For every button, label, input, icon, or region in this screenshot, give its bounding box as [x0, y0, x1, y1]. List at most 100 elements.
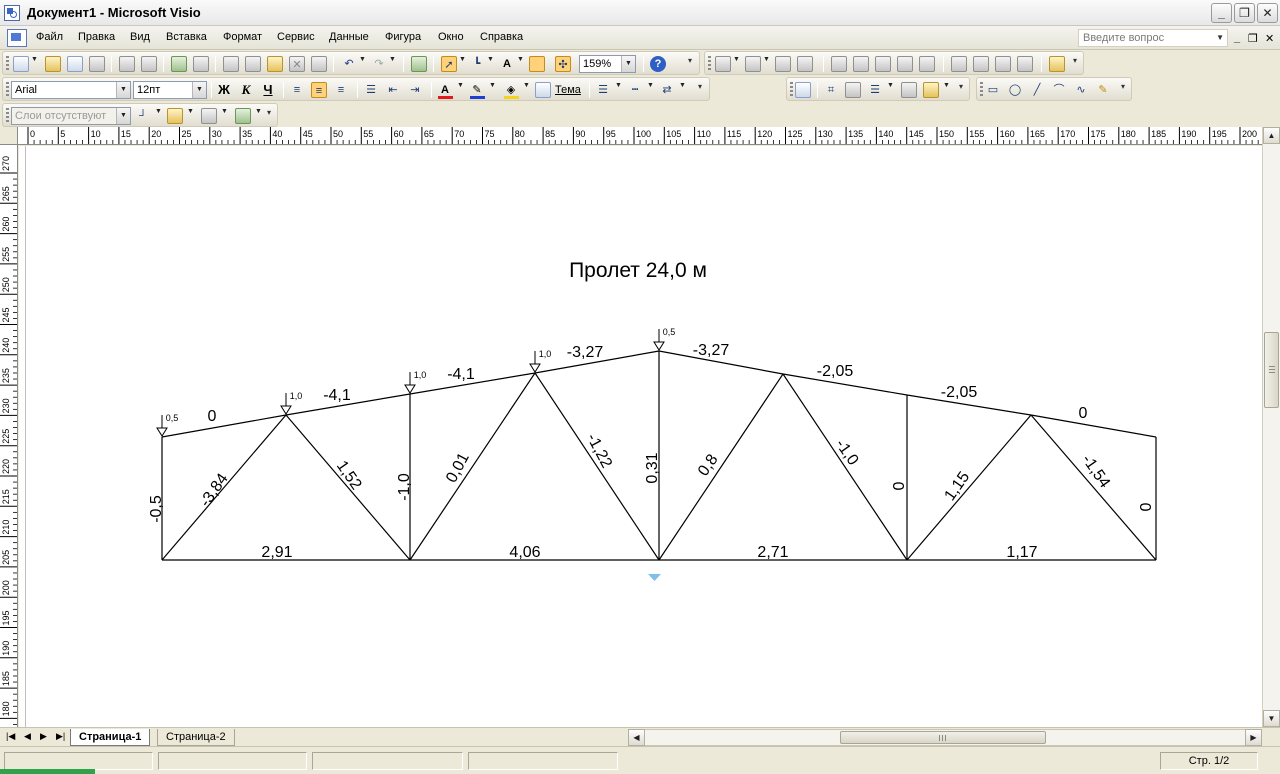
- toolbar-grip[interactable]: [6, 56, 9, 71]
- ungroup-icon[interactable]: [1017, 56, 1033, 72]
- ellipse-tool-icon[interactable]: ◯: [1007, 82, 1023, 98]
- italic-button[interactable]: К: [238, 82, 254, 98]
- doc-restore-button[interactable]: ❐: [1248, 32, 1258, 45]
- menu-shape[interactable]: Фигура: [385, 31, 421, 43]
- chevron-down-icon[interactable]: ▼: [187, 108, 194, 115]
- layers-combo[interactable]: Слои отсутствуют ▼: [11, 107, 131, 125]
- font-name-combo[interactable]: Arial ▼: [11, 81, 131, 99]
- minimize-button[interactable]: _: [1211, 3, 1232, 23]
- scroll-left-icon[interactable]: ◀: [628, 729, 645, 746]
- toolbar-grip[interactable]: [980, 82, 983, 97]
- format-painter-icon[interactable]: [311, 56, 327, 72]
- chevron-down-icon[interactable]: ▼: [116, 108, 130, 124]
- menu-window[interactable]: Окно: [438, 31, 464, 43]
- line-pattern-icon[interactable]: ┅: [627, 82, 643, 98]
- tab-page-2[interactable]: Страница-2: [157, 729, 235, 746]
- chevron-down-icon[interactable]: ▼: [457, 82, 464, 89]
- align-right-icon[interactable]: ≡: [333, 82, 349, 98]
- chevron-down-icon[interactable]: ▼: [615, 82, 622, 89]
- scroll-right-icon[interactable]: ▶: [1245, 729, 1262, 746]
- toolbar-options-icon[interactable]: ▾: [267, 109, 275, 124]
- increase-indent-icon[interactable]: ⇥: [407, 82, 423, 98]
- chevron-down-icon[interactable]: ▼: [155, 108, 162, 115]
- rotate-left-icon[interactable]: [831, 56, 847, 72]
- shadow-style-icon[interactable]: [235, 108, 251, 124]
- toolbar-grip[interactable]: [6, 82, 9, 97]
- align-left-icon[interactable]: ≡: [289, 82, 305, 98]
- cut-icon[interactable]: [223, 56, 239, 72]
- rotate-tool-icon[interactable]: [845, 82, 861, 98]
- scroll-up-icon[interactable]: ▲: [1263, 127, 1280, 144]
- chevron-down-icon[interactable]: ▼: [489, 82, 496, 89]
- menu-data[interactable]: Данные: [329, 31, 369, 43]
- flip-vertical-icon[interactable]: [897, 56, 913, 72]
- toolbar-grip[interactable]: [6, 108, 9, 123]
- transparency-icon[interactable]: [901, 82, 917, 98]
- vertical-scrollbar[interactable]: ▲ ▼: [1262, 127, 1280, 727]
- chevron-down-icon[interactable]: ▼: [621, 56, 635, 72]
- pointer-tool-icon[interactable]: ➚: [441, 56, 457, 72]
- chevron-down-icon[interactable]: ▼: [221, 108, 228, 115]
- send-to-back-icon[interactable]: [973, 56, 989, 72]
- vertical-scroll-thumb[interactable]: [1264, 332, 1279, 408]
- rotate-right-icon[interactable]: [853, 56, 869, 72]
- document-icon[interactable]: [7, 29, 27, 47]
- theme-icon[interactable]: [535, 82, 551, 98]
- ruler-corner[interactable]: [0, 127, 18, 145]
- line-tool-icon[interactable]: ╱: [1029, 82, 1045, 98]
- chevron-down-icon[interactable]: ▼: [733, 56, 740, 63]
- chevron-down-icon[interactable]: ▼: [359, 56, 366, 63]
- freeform-tool-icon[interactable]: ∿: [1073, 82, 1089, 98]
- font-size-combo[interactable]: 12пт ▼: [133, 81, 207, 99]
- toolbar-options-icon[interactable]: ▾: [1121, 83, 1129, 98]
- menu-view[interactable]: Вид: [130, 31, 150, 43]
- pencil-tool-icon[interactable]: ✎: [1095, 82, 1111, 98]
- chevron-down-icon[interactable]: ▼: [523, 82, 530, 89]
- permission-icon[interactable]: [89, 56, 105, 72]
- toolbar-options-icon[interactable]: ▾: [698, 83, 706, 98]
- distribute-shapes-icon[interactable]: [745, 56, 761, 72]
- shape-data-icon[interactable]: [1049, 56, 1065, 72]
- toolbar-grip[interactable]: [708, 56, 711, 71]
- bullets-icon[interactable]: ☰: [363, 82, 379, 98]
- align-center-icon[interactable]: ≡: [311, 82, 327, 98]
- help-icon[interactable]: ?: [650, 56, 666, 72]
- toolbar-grip[interactable]: [790, 82, 793, 97]
- line-style-icon[interactable]: ☰: [867, 82, 883, 98]
- decrease-indent-icon[interactable]: ⇤: [385, 82, 401, 98]
- toolbar-options-icon[interactable]: ▾: [1073, 57, 1081, 72]
- align-shapes-icon[interactable]: [715, 56, 731, 72]
- redo-icon[interactable]: ↷: [371, 56, 387, 72]
- horizontal-scrollbar[interactable]: ◀ ▶: [628, 729, 1262, 746]
- toolbar-options-icon[interactable]: ▾: [688, 57, 696, 72]
- connect-shapes-icon[interactable]: [775, 56, 791, 72]
- drawing-canvas[interactable]: Пролет 24,0 м 0 -4,1 -4,1 -3,27 -3,27 -2,05 -2…: [19, 146, 1262, 727]
- shadow-color-icon[interactable]: [167, 108, 183, 124]
- research-icon[interactable]: [193, 56, 209, 72]
- zoom-combo[interactable]: 159% ▼: [579, 55, 636, 73]
- layout-shapes-icon[interactable]: [797, 56, 813, 72]
- shape-fill-icon[interactable]: [923, 82, 939, 98]
- pan-zoom-icon[interactable]: ✣: [555, 56, 571, 72]
- chevron-down-icon[interactable]: ▼: [763, 56, 770, 63]
- bold-button[interactable]: Ж: [216, 82, 232, 97]
- visio-app-icon[interactable]: [4, 5, 20, 21]
- first-page-icon[interactable]: |◀: [6, 731, 15, 742]
- undo-icon[interactable]: ↶: [341, 56, 357, 72]
- chevron-down-icon[interactable]: ▼: [517, 56, 524, 63]
- chevron-down-icon[interactable]: ▼: [487, 56, 494, 63]
- close-button[interactable]: ✕: [1257, 3, 1278, 23]
- chevron-down-icon[interactable]: ▼: [459, 56, 466, 63]
- restore-button[interactable]: ❐: [1234, 3, 1255, 23]
- print-icon[interactable]: [119, 56, 135, 72]
- chevron-down-icon[interactable]: ▼: [116, 82, 130, 98]
- chevron-down-icon[interactable]: ▼: [943, 82, 950, 89]
- menu-help[interactable]: Справка: [480, 31, 523, 43]
- last-page-icon[interactable]: ▶|: [56, 731, 65, 742]
- doc-minimize-button[interactable]: _: [1234, 32, 1240, 44]
- text-tool-icon[interactable]: A: [499, 56, 515, 72]
- chevron-down-icon[interactable]: ▼: [1216, 33, 1224, 42]
- chevron-down-icon[interactable]: ▼: [679, 82, 686, 89]
- group-icon[interactable]: [995, 56, 1011, 72]
- help-search-input[interactable]: Введите вопрос ▼: [1078, 29, 1228, 47]
